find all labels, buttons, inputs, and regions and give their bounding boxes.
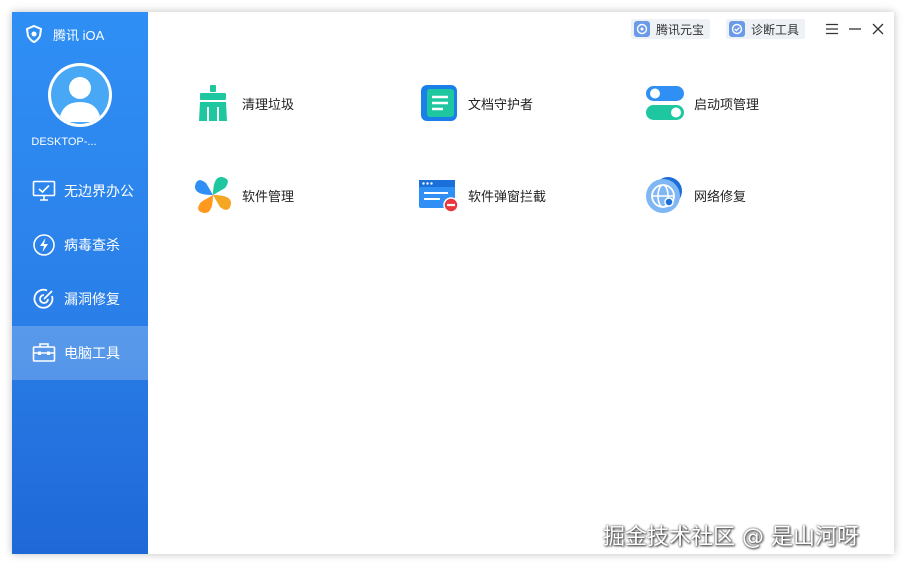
- tool-label: 软件弹窗拦截: [468, 188, 547, 204]
- brand-name: 腾讯 iOA: [53, 27, 105, 43]
- diagnose-label: 诊断工具: [750, 22, 799, 37]
- clover-icon: [192, 174, 234, 216]
- tool-document-guardian[interactable]: 文档守护者: [418, 82, 533, 124]
- tool-network-repair[interactable]: 网络修复: [644, 174, 746, 216]
- tool-popup-blocker[interactable]: 软件弹窗拦截: [418, 174, 546, 216]
- brand: 腾讯 iOA: [25, 24, 104, 44]
- minimize-button[interactable]: [844, 18, 866, 40]
- sidebar-item-virus-scan[interactable]: 病毒查杀: [12, 218, 148, 272]
- sidebar-item-vulnerability-fix[interactable]: 漏洞修复: [12, 272, 148, 326]
- yuanbao-button[interactable]: 腾讯元宝: [630, 19, 710, 39]
- sidebar-item-label: 病毒查杀: [64, 237, 120, 253]
- tool-label: 文档守护者: [468, 96, 534, 112]
- sidebar-item-boundless-office[interactable]: 无边界办公: [12, 164, 148, 218]
- tool-software-manager[interactable]: 软件管理: [192, 174, 294, 216]
- menu-icon: [826, 23, 838, 35]
- tool-label: 网络修复: [694, 188, 747, 204]
- target-icon: [31, 286, 57, 312]
- toolbox-icon: [31, 340, 57, 366]
- tool-label: 启动项管理: [694, 96, 760, 112]
- yuanbao-icon: [633, 21, 650, 37]
- tool-clean-junk[interactable]: 清理垃圾: [192, 82, 294, 124]
- close-icon: [872, 23, 884, 35]
- popup-block-icon: [418, 174, 460, 216]
- sidebar-item-label: 电脑工具: [64, 345, 120, 361]
- lightning-icon: [31, 232, 57, 258]
- title-bar: 腾讯元宝 诊断工具: [630, 12, 894, 46]
- broom-icon: [192, 82, 234, 124]
- toggle-icon: [644, 82, 686, 124]
- user-icon: [59, 77, 101, 122]
- globe-icon: [644, 174, 686, 216]
- document-icon: [418, 82, 460, 124]
- sidebar-item-label: 漏洞修复: [64, 291, 120, 307]
- computer-name: DESKTOP-...: [31, 136, 97, 148]
- avatar-image: [51, 66, 109, 124]
- sidebar: 腾讯 iOA DESKTOP-... 无边界办公 病毒查杀 漏洞修复 电脑工具: [12, 12, 148, 554]
- close-button[interactable]: [867, 18, 889, 40]
- ioa-logo-icon: [25, 25, 43, 43]
- avatar[interactable]: [48, 63, 112, 127]
- watermark: 掘金技术社区 @ 是山河呀: [603, 525, 859, 550]
- sidebar-item-pc-tools[interactable]: 电脑工具: [12, 326, 148, 380]
- tool-label: 软件管理: [242, 188, 295, 204]
- yuanbao-label: 腾讯元宝: [655, 22, 704, 37]
- menu-button[interactable]: [821, 18, 843, 40]
- diagnose-tool-button[interactable]: 诊断工具: [725, 19, 805, 39]
- tool-label: 清理垃圾: [242, 96, 295, 112]
- monitor-check-icon: [31, 178, 57, 204]
- sidebar-item-label: 无边界办公: [64, 183, 134, 199]
- minimize-icon: [849, 28, 861, 30]
- sidebar-nav: 无边界办公 病毒查杀 漏洞修复 电脑工具: [12, 164, 148, 380]
- tool-startup-manager[interactable]: 启动项管理: [644, 82, 759, 124]
- diagnose-icon: [728, 21, 745, 37]
- app-window: 腾讯 iOA DESKTOP-... 无边界办公 病毒查杀 漏洞修复 电脑工具 …: [12, 12, 894, 554]
